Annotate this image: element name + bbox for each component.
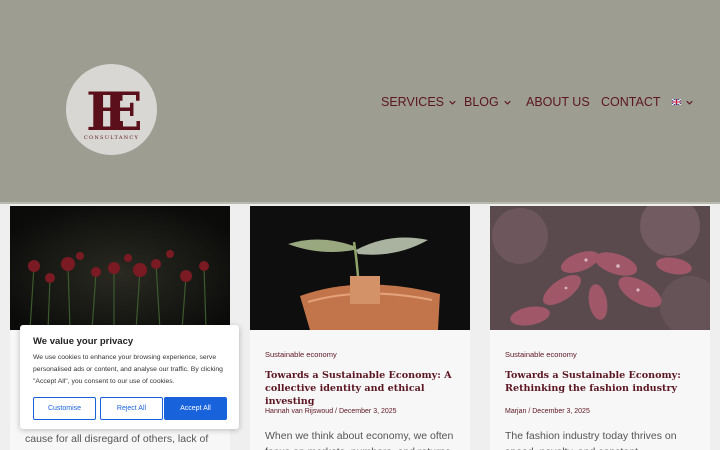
blog-card[interactable]: Sustainable economy Towards a Sustainabl… [490,206,710,450]
uk-flag-icon [672,99,681,105]
nav-contact-label: CONTACT [601,95,661,109]
nav-services[interactable]: SERVICES [381,94,456,110]
customise-button[interactable]: Customise [33,397,96,420]
card-excerpt: When we think about economy, we often fo… [265,430,454,450]
card-meta: Marjan / December 3, 2025 [505,408,590,415]
card-meta: Hannah van Rijswoud / December 3, 2025 [265,408,397,415]
reject-all-button[interactable]: Reject All [100,397,163,420]
nav-blog-label: BLOG [464,95,499,109]
cookie-consent-banner: We value your privacy We use cookies to … [20,325,239,429]
svg-text:E: E [103,82,143,143]
chevron-down-icon [449,100,456,105]
nav-blog[interactable]: BLOG [464,94,511,110]
pink-leaves-image[interactable] [490,206,710,330]
plant-growing-from-banknote-image[interactable] [250,206,470,330]
blog-card[interactable]: Sustainable economy Towards a Sustainabl… [250,206,470,450]
card-author[interactable]: Marjan [505,408,526,415]
chevron-down-icon [504,100,511,105]
card-excerpt: cause for all disregard of others, lack … [25,433,209,445]
cookie-banner-title: We value your privacy [33,336,134,347]
cookie-banner-text: We use cookies to enhance your browsing … [33,354,223,385]
nav-about-label: ABOUT US [526,95,590,109]
card-author[interactable]: Hannah van Rijswoud [265,408,333,415]
site-logo[interactable]: E E CONSULTANCY [66,64,157,155]
language-switcher[interactable] [672,94,693,110]
card-title[interactable]: Towards a Sustainable Economy: Rethinkin… [505,369,700,395]
red-flowers-image[interactable] [10,206,230,330]
logo-tagline: CONSULTANCY [83,135,140,141]
ee-monogram-icon: E E [86,82,143,143]
nav-services-label: SERVICES [381,95,444,109]
card-category[interactable]: Sustainable economy [505,350,577,359]
nav-contact[interactable]: CONTACT [601,94,661,110]
site-header: E E CONSULTANCY SERVICES BLOG ABOUT US C… [0,0,720,204]
card-date: December 3, 2025 [338,408,397,415]
card-title[interactable]: Towards a Sustainable Economy: A collect… [265,369,460,408]
card-category[interactable]: Sustainable economy [265,350,337,359]
nav-about-us[interactable]: ABOUT US [526,94,590,110]
card-excerpt: The fashion industry today thrives on sp… [505,430,677,450]
accept-all-button[interactable]: Accept All [164,397,227,420]
chevron-down-icon [686,100,693,105]
card-date: December 3, 2025 [532,408,590,415]
